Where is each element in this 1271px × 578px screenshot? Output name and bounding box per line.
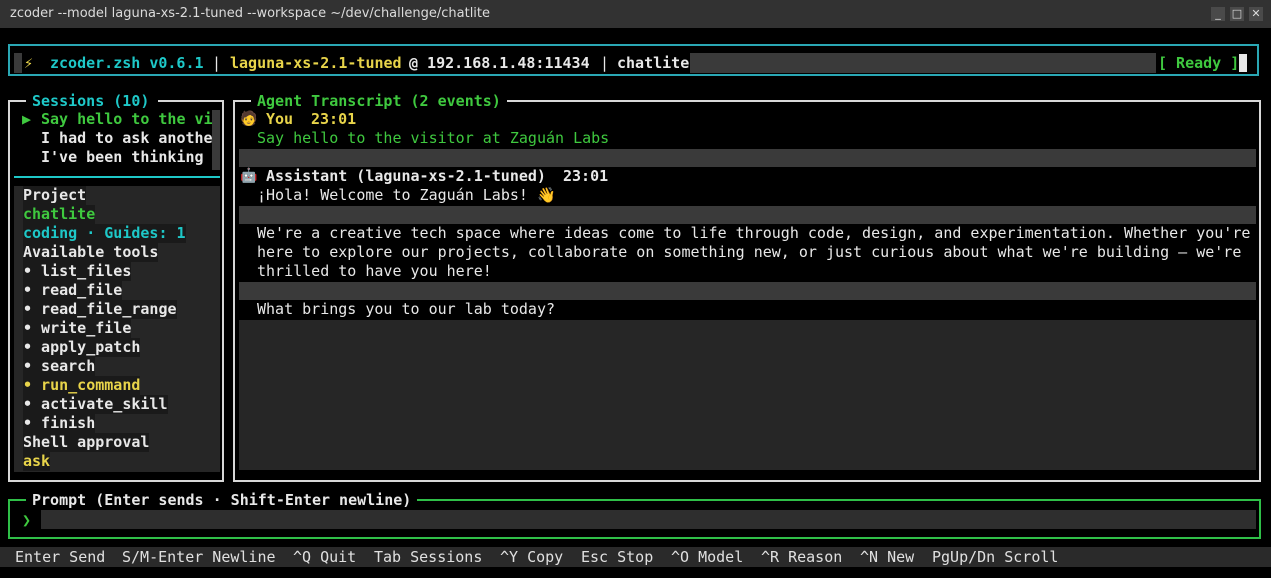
keybind-new[interactable]: ^N New (860, 549, 914, 565)
session-item[interactable]: Say hello to the vi (41, 110, 212, 129)
message-divider (239, 149, 1256, 167)
tool-item: • read_file (23, 281, 123, 300)
minimize-button[interactable]: _ (1211, 7, 1225, 21)
tool-item: • read_file_range (23, 300, 177, 319)
bolt-icon: ⚡ (24, 54, 34, 72)
tool-item: • finish (23, 414, 96, 433)
keybind-reason[interactable]: ^R Reason (761, 549, 842, 565)
header-cursor (1239, 54, 1247, 72)
keybind-quit[interactable]: ^Q Quit (293, 549, 356, 565)
maximize-button[interactable]: □ (1230, 7, 1244, 21)
header-separator: | (212, 54, 222, 72)
prompt-title: Prompt (Enter sends · Shift-Enter newlin… (26, 490, 418, 510)
assistant-line: thrilled to have you here! (257, 262, 492, 280)
prompt-border-top (8, 499, 26, 501)
transcript-empty-space (239, 320, 1256, 470)
tool-item-highlighted: • run_command (23, 376, 141, 395)
assistant-line: here to explore our projects, collaborat… (257, 243, 1242, 261)
sessions-title: Sessions (10) (26, 91, 156, 111)
tool-item: • apply_patch (23, 338, 141, 357)
user-timestamp: 23:01 (311, 110, 357, 128)
keybind-stop[interactable]: Esc Stop (581, 549, 653, 565)
session-item[interactable]: I've been thinking (41, 148, 212, 167)
user-message: Say hello to the visitor at Zaguán Labs (257, 129, 610, 147)
sessions-border-top (8, 100, 26, 102)
project-name: chatlite (23, 205, 96, 224)
user-label: You (266, 110, 294, 128)
keybind-newline[interactable]: S/M-Enter Newline (122, 549, 276, 565)
window-title: zcoder --model laguna-xs-2.1-tuned --wor… (10, 6, 491, 21)
keybind-scroll[interactable]: PgUp/Dn Scroll (932, 549, 1058, 565)
assistant-line: We're a creative tech space where ideas … (257, 224, 1251, 242)
model-name[interactable]: laguna-xs-2.1-tuned (230, 53, 402, 73)
header-spacer (690, 53, 1156, 73)
user-avatar-icon: 🧑 (240, 111, 258, 127)
keybind-copy[interactable]: ^Y Copy (500, 549, 563, 565)
transcript-border-top (233, 100, 251, 102)
sessions-scrollbar[interactable] (212, 110, 220, 170)
keybind-send[interactable]: Enter Send (15, 549, 105, 565)
assistant-line: ¡Hola! Welcome to Zaguán Labs! 👋 (257, 186, 556, 204)
sessions-divider (14, 176, 220, 178)
paragraph-divider (239, 206, 1256, 224)
prompt-caret-icon: ❯ (22, 511, 32, 529)
tool-item: • activate_skill (23, 395, 168, 414)
status-badge: [ Ready ] (1158, 54, 1240, 72)
project-mode: coding · Guides: 1 (23, 224, 186, 243)
prompt-border-top (416, 499, 1261, 501)
prompt-input[interactable] (41, 510, 1256, 529)
shell-approval-value: ask (23, 452, 51, 471)
robot-avatar-icon: 🤖 (240, 168, 258, 184)
sessions-border-top (158, 100, 224, 102)
host-address: @ 192.168.1.48:11434 (409, 54, 590, 72)
assistant-timestamp: 23:01 (563, 167, 609, 185)
assistant-line: What brings you to our lab today? (257, 300, 556, 318)
selected-marker-icon: ▶ (22, 110, 32, 128)
assistant-label: Assistant (laguna-xs-2.1-tuned) (266, 167, 546, 185)
project-name-header: chatlite (617, 54, 690, 72)
keybind-sessions[interactable]: Tab Sessions (374, 549, 482, 565)
header-left-cap (14, 53, 22, 73)
keybind-model[interactable]: ^O Model (671, 549, 743, 565)
session-item[interactable]: I had to ask anothe (41, 129, 212, 148)
header-separator: | (600, 54, 610, 72)
tool-item: • list_files (23, 262, 132, 281)
window-titlebar: zcoder --model laguna-xs-2.1-tuned --wor… (0, 0, 1271, 28)
tool-item: • search (23, 357, 96, 376)
transcript-title: Agent Transcript (2 events) (251, 91, 507, 111)
project-label: Project (23, 186, 87, 205)
tool-item: • write_file (23, 319, 132, 338)
close-button[interactable]: ✕ (1249, 7, 1263, 21)
app-name: zcoder.zsh v0.6.1 (50, 54, 204, 72)
shell-approval-label: Shell approval (23, 433, 150, 452)
tools-label: Available tools (23, 243, 159, 262)
paragraph-divider (239, 282, 1256, 300)
transcript-border-top (507, 100, 1261, 102)
